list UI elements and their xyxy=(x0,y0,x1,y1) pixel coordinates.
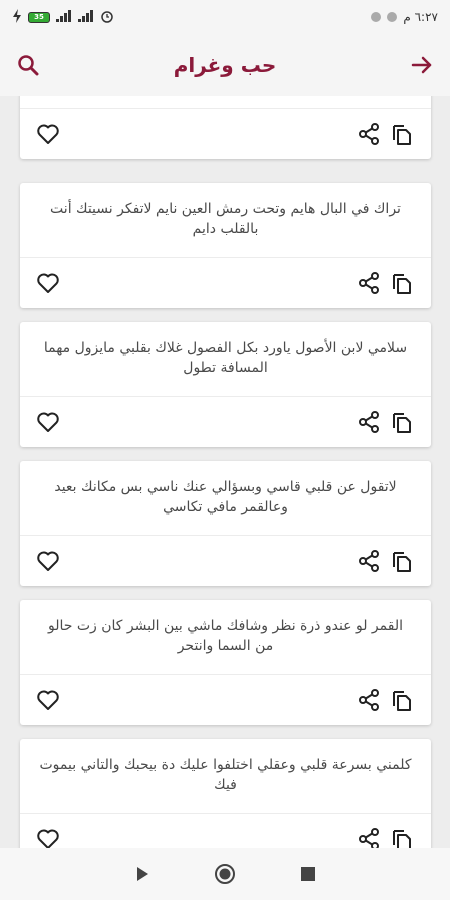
copy-button[interactable] xyxy=(387,408,415,436)
signal-icon-2 xyxy=(78,9,94,25)
quote-text: القمر لو عندو ذرة نظر وشافك ماشي بين الب… xyxy=(48,618,403,654)
heart-icon xyxy=(37,273,59,293)
copy-button[interactable] xyxy=(387,686,415,714)
quote-card: سلامي لابن الأصول ياورد بكل الفصول غلاك … xyxy=(20,322,431,447)
quote-card: تراك في البال هايم وتحت رمش العين نايم ل… xyxy=(20,183,431,308)
copy-icon xyxy=(393,274,411,294)
copy-button[interactable] xyxy=(387,825,415,848)
quote-card: القمر لو عندو ذرة نظر وشافك ماشي بين الب… xyxy=(20,600,431,725)
copy-icon xyxy=(393,552,411,572)
card-actions xyxy=(20,814,431,848)
card-actions xyxy=(20,397,431,447)
copy-icon xyxy=(393,125,411,145)
favorite-button[interactable] xyxy=(34,408,62,436)
page-title: حب وغرام xyxy=(173,53,277,77)
search-button[interactable] xyxy=(14,51,42,79)
heart-icon xyxy=(37,124,59,144)
copy-icon xyxy=(393,691,411,711)
copy-icon xyxy=(393,830,411,848)
quotes-list[interactable]: تراك في البال هايم وتحت رمش العين نايم ل… xyxy=(0,96,450,848)
notification-dot-icon xyxy=(387,12,398,22)
alarm-icon xyxy=(100,9,114,26)
share-button[interactable] xyxy=(355,120,383,148)
system-nav-bar xyxy=(0,848,450,900)
card-actions xyxy=(20,675,431,725)
share-button[interactable] xyxy=(355,269,383,297)
quote-text: سلامي لابن الأصول ياورد بكل الفصول غلاك … xyxy=(43,340,408,376)
share-icon xyxy=(359,411,379,433)
quote-card: لاتقول عن قلبي قاسي وبسؤالي عنك ناسي بس … xyxy=(20,461,431,586)
triangle-back-icon xyxy=(136,867,148,881)
quote-card: كلمني بسرعة قلبي وعقلي اختلفوا عليك دة ب… xyxy=(20,739,431,848)
arrow-right-icon xyxy=(411,56,432,74)
back-button[interactable] xyxy=(408,51,436,79)
share-icon xyxy=(359,123,379,145)
share-button[interactable] xyxy=(355,547,383,575)
heart-icon xyxy=(37,551,59,571)
card-actions xyxy=(20,258,431,308)
copy-icon xyxy=(393,413,411,433)
nav-recents-button[interactable] xyxy=(293,859,323,889)
square-recents-icon xyxy=(301,867,316,881)
favorite-button[interactable] xyxy=(34,547,62,575)
status-time: ٦:٢٧ م xyxy=(403,10,438,24)
favorite-button[interactable] xyxy=(34,686,62,714)
copy-button[interactable] xyxy=(387,120,415,148)
quote-text xyxy=(20,96,431,108)
search-icon xyxy=(18,55,39,76)
app-bar: حب وغرام xyxy=(0,34,450,96)
status-icons-left: 35 xyxy=(12,8,114,26)
favorite-button[interactable] xyxy=(34,825,62,848)
notification-dot-icon xyxy=(371,12,382,22)
heart-icon xyxy=(37,690,59,710)
signal-icon xyxy=(56,9,72,25)
copy-button[interactable] xyxy=(387,269,415,297)
quote-text: لاتقول عن قلبي قاسي وبسؤالي عنك ناسي بس … xyxy=(54,479,397,515)
share-button[interactable] xyxy=(355,825,383,848)
status-icons-right: ٦:٢٧ م xyxy=(371,10,438,24)
share-icon xyxy=(359,550,379,572)
card-actions xyxy=(20,109,431,159)
share-icon xyxy=(359,689,379,711)
share-icon xyxy=(359,272,379,294)
flash-icon xyxy=(12,8,22,26)
heart-icon xyxy=(37,412,59,432)
share-button[interactable] xyxy=(355,686,383,714)
quote-text: تراك في البال هايم وتحت رمش العين نايم ل… xyxy=(50,201,401,237)
favorite-button[interactable] xyxy=(34,120,62,148)
card-actions xyxy=(20,536,431,586)
battery-icon: 35 xyxy=(28,11,50,23)
share-icon xyxy=(359,828,379,848)
quote-text: كلمني بسرعة قلبي وعقلي اختلفوا عليك دة ب… xyxy=(39,757,412,793)
nav-back-button[interactable] xyxy=(127,859,157,889)
status-bar: 35 ٦:٢٧ م xyxy=(0,0,450,34)
heart-icon xyxy=(37,829,59,848)
share-button[interactable] xyxy=(355,408,383,436)
quote-card xyxy=(20,96,431,159)
favorite-button[interactable] xyxy=(34,269,62,297)
nav-home-button[interactable] xyxy=(210,859,240,889)
copy-button[interactable] xyxy=(387,547,415,575)
home-circle-icon xyxy=(214,864,235,884)
